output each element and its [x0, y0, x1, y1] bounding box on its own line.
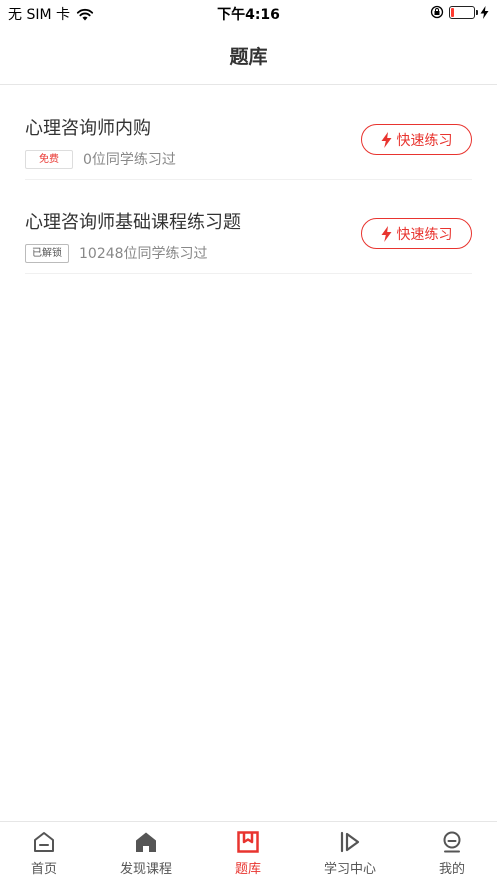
tab-learning-center[interactable]: 学习中心 — [300, 830, 400, 877]
tab-discover-courses[interactable]: 发现课程 — [96, 830, 196, 877]
question-bank-list: 心理咨询师内购 免费 0位同学练习过 快速练习 心理咨询师基础课程练习题 已解锁… — [25, 86, 472, 274]
profile-icon — [443, 831, 461, 853]
nav-bar: 题库 — [0, 26, 497, 85]
tab-bar: 首页 发现课程 题库 学习中心 我的 — [0, 821, 497, 884]
tab-question-bank[interactable]: 题库 — [198, 830, 298, 877]
quick-practice-button[interactable]: 快速练习 — [361, 218, 472, 249]
quick-practice-label: 快速练习 — [396, 226, 453, 243]
lightning-icon — [381, 225, 391, 242]
tab-home[interactable]: 首页 — [0, 830, 94, 877]
tab-discover-courses-label: 发现课程 — [119, 862, 172, 877]
quick-practice-button[interactable]: 快速练习 — [361, 124, 472, 155]
item-meta: 已解锁 10248位同学练习过 — [25, 243, 208, 263]
status-time: 下午4:16 — [217, 7, 280, 23]
question-bank-icon — [237, 831, 259, 853]
item-title: 心理咨询师基础课程练习题 — [25, 212, 241, 233]
orientation-lock-icon — [430, 5, 444, 19]
free-badge: 免费 — [25, 149, 73, 169]
unlocked-badge: 已解锁 — [25, 243, 69, 263]
tab-mine-label: 我的 — [438, 862, 465, 877]
home-icon — [34, 832, 54, 852]
learner-count: 0位同学练习过 — [83, 152, 176, 168]
item-title: 心理咨询师内购 — [25, 118, 151, 139]
battery-icon — [449, 5, 478, 19]
tab-home-label: 首页 — [30, 862, 57, 877]
quick-practice-label: 快速练习 — [396, 132, 453, 149]
house-filled-icon — [136, 832, 156, 852]
tab-mine[interactable]: 我的 — [402, 830, 497, 877]
status-bar: 无 SIM 卡 下午4:16 — [0, 0, 497, 26]
learner-count: 10248位同学练习过 — [79, 246, 208, 262]
list-item[interactable]: 心理咨询师内购 免费 0位同学练习过 快速练习 — [25, 86, 472, 180]
tab-learning-center-label: 学习中心 — [323, 862, 376, 877]
play-icon — [340, 831, 360, 853]
charging-bolt-icon — [480, 5, 489, 19]
page-title: 题库 — [229, 46, 268, 68]
tab-question-bank-label: 题库 — [234, 862, 261, 877]
battery-level — [451, 7, 454, 17]
lightning-icon — [381, 131, 391, 148]
list-item[interactable]: 心理咨询师基础课程练习题 已解锁 10248位同学练习过 快速练习 — [25, 180, 472, 274]
status-right — [430, 5, 489, 19]
item-meta: 免费 0位同学练习过 — [25, 149, 176, 169]
